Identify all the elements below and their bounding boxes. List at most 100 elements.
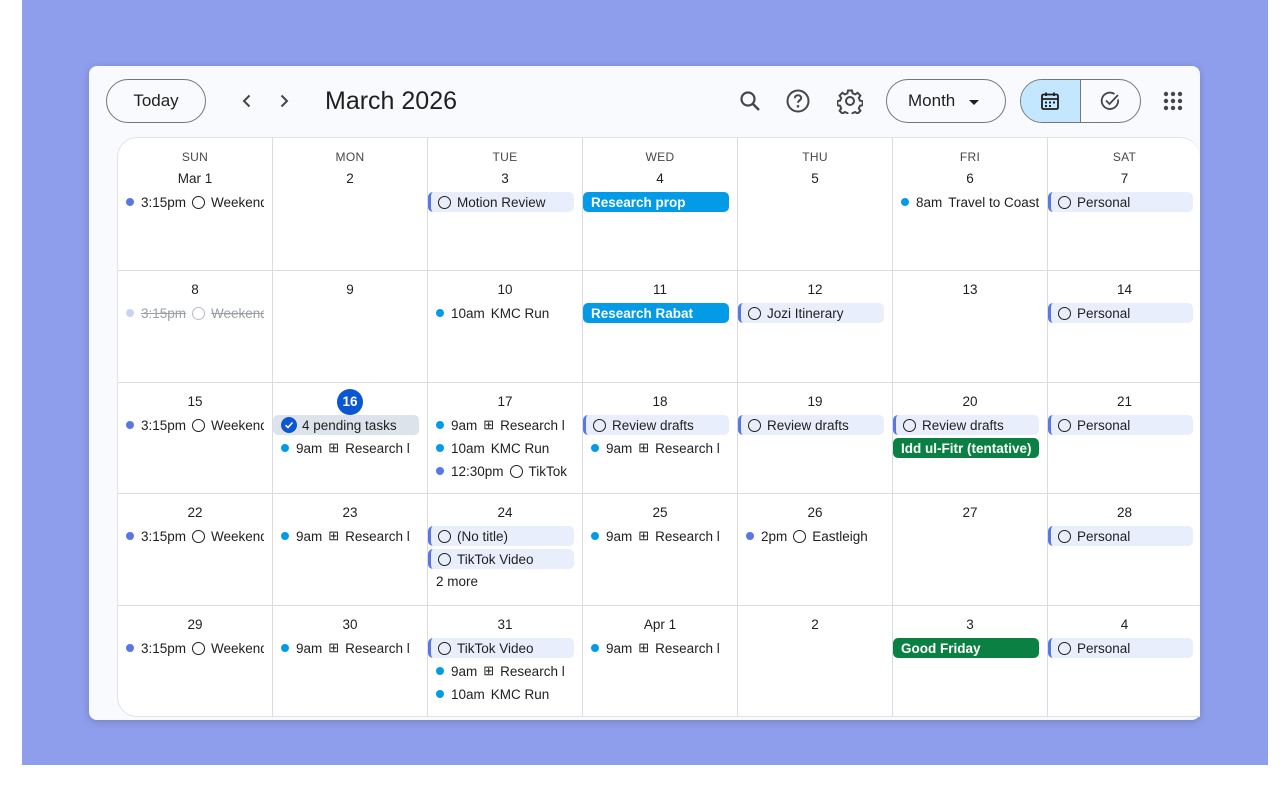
timed-event[interactable]: 9am ⊞ Research l [428, 661, 574, 681]
day-cell[interactable]: 2 [738, 606, 893, 716]
day-cell[interactable]: SUN Mar 1 3:15pm Weekend [118, 138, 273, 271]
timed-event[interactable]: 2pm Eastleigh [738, 526, 884, 546]
settings-button[interactable] [832, 83, 868, 119]
all-day-event[interactable]: Research Rabat [583, 303, 729, 323]
day-number[interactable]: 8 [118, 277, 272, 299]
tasks-view-toggle[interactable] [1081, 80, 1141, 122]
day-cell[interactable]: 9 [273, 271, 428, 383]
day-number[interactable]: 27 [893, 500, 1047, 522]
task-chip[interactable]: Personal [1048, 303, 1193, 323]
task-chip[interactable]: (No title) [428, 526, 574, 546]
day-cell[interactable]: 21 Personal [1048, 383, 1200, 494]
day-cell[interactable]: 8 3:15pm Weekend [118, 271, 273, 383]
timed-event[interactable]: 9am ⊞ Research l [273, 438, 419, 458]
day-number[interactable]: 23 [273, 500, 427, 522]
day-cell[interactable]: 4 Personal [1048, 606, 1200, 716]
day-cell[interactable]: 20 Review drafts Idd ul-Fitr (tentative) [893, 383, 1048, 494]
day-number[interactable]: 15 [118, 389, 272, 411]
calendar-view-toggle[interactable] [1021, 80, 1081, 122]
day-number[interactable]: 11 [583, 277, 737, 299]
task-chip[interactable]: Jozi Itinerary [738, 303, 884, 323]
task-chip[interactable]: TikTok Video [428, 549, 574, 569]
pending-tasks-chip[interactable]: 4 pending tasks [273, 415, 419, 435]
timed-event[interactable]: 9am ⊞ Research l [583, 438, 729, 458]
day-cell[interactable]: 23 9am ⊞ Research l [273, 494, 428, 606]
day-cell[interactable]: 14 Personal [1048, 271, 1200, 383]
day-number[interactable]: 7 [1048, 166, 1200, 188]
day-cell[interactable]: 25 9am ⊞ Research l [583, 494, 738, 606]
day-cell[interactable]: SAT 7 Personal [1048, 138, 1200, 271]
day-number[interactable]: 14 [1048, 277, 1200, 299]
completed-event[interactable]: 3:15pm Weekend [118, 303, 264, 323]
day-cell[interactable]: 24 (No title) TikTok Video 2 more [428, 494, 583, 606]
day-cell[interactable]: 18 Review drafts 9am ⊞ Research l [583, 383, 738, 494]
task-chip[interactable]: Review drafts [583, 415, 729, 435]
day-cell[interactable]: 26 2pm Eastleigh [738, 494, 893, 606]
timed-event[interactable]: 12:30pm TikTok [428, 461, 574, 481]
day-number[interactable]: 2 [738, 612, 892, 634]
day-number[interactable]: 25 [583, 500, 737, 522]
day-cell[interactable]: 30 9am ⊞ Research l [273, 606, 428, 716]
day-number[interactable]: 26 [738, 500, 892, 522]
all-day-event[interactable]: Good Friday [893, 638, 1039, 658]
day-number[interactable]: 20 [893, 389, 1047, 411]
day-cell[interactable]: 13 [893, 271, 1048, 383]
day-cell[interactable]: 11 Research Rabat [583, 271, 738, 383]
day-number[interactable]: 17 [428, 389, 582, 411]
day-cell[interactable]: 27 [893, 494, 1048, 606]
day-number[interactable]: 4 [1048, 612, 1200, 634]
task-chip[interactable]: Review drafts [893, 415, 1039, 435]
day-cell[interactable]: 10 10am KMC Run [428, 271, 583, 383]
day-number[interactable]: Apr 1 [583, 612, 737, 634]
day-number[interactable]: 2 [273, 166, 427, 188]
all-day-event[interactable]: Research prop [583, 192, 729, 212]
day-cell[interactable]: 31 TikTok Video 9am ⊞ Research l 10am KMC Run [428, 606, 583, 716]
day-number[interactable]: 13 [893, 277, 1047, 299]
day-number[interactable]: 5 [738, 166, 892, 188]
task-chip[interactable]: Personal [1048, 192, 1193, 212]
apps-button[interactable] [1155, 83, 1191, 119]
timed-event[interactable]: 3:15pm Weekend [118, 192, 264, 212]
day-number[interactable]: Mar 1 [118, 166, 272, 188]
day-number[interactable]: 18 [583, 389, 737, 411]
day-number[interactable]: 30 [273, 612, 427, 634]
day-number[interactable]: 29 [118, 612, 272, 634]
timed-event[interactable]: 9am ⊞ Research l [583, 638, 729, 658]
timed-event[interactable]: 3:15pm Weekend [118, 415, 264, 435]
day-number[interactable]: 10 [428, 277, 582, 299]
day-number[interactable]: 6 [893, 166, 1047, 188]
day-number[interactable]: 24 [428, 500, 582, 522]
day-cell[interactable]: 29 3:15pm Weekend [118, 606, 273, 716]
timed-event[interactable]: 8am Travel to Coast [893, 192, 1039, 212]
day-number[interactable]: 28 [1048, 500, 1200, 522]
more-events-link[interactable]: 2 more [428, 572, 582, 592]
search-button[interactable] [732, 83, 768, 119]
task-chip[interactable]: TikTok Video [428, 638, 574, 658]
day-cell[interactable]: WED 4 Research prop [583, 138, 738, 271]
day-cell[interactable]: 28 Personal [1048, 494, 1200, 606]
timed-event[interactable]: 3:15pm Weekend [118, 526, 264, 546]
day-number[interactable]: 31 [428, 612, 582, 634]
previous-month-button[interactable] [232, 86, 262, 116]
timed-event[interactable]: 10am KMC Run [428, 438, 574, 458]
timed-event[interactable]: 10am KMC Run [428, 303, 574, 323]
day-cell[interactable]: MON 2 [273, 138, 428, 271]
today-day-number[interactable]: 16 [273, 389, 427, 415]
timed-event[interactable]: 9am ⊞ Research l [428, 415, 574, 435]
day-cell[interactable]: THU 5 [738, 138, 893, 271]
day-number[interactable]: 3 [893, 612, 1047, 634]
timed-event[interactable]: 3:15pm Weekend [118, 638, 264, 658]
view-select[interactable]: Month [886, 79, 1006, 123]
task-chip[interactable]: Personal [1048, 526, 1193, 546]
day-cell[interactable]: TUE 3 Motion Review [428, 138, 583, 271]
day-cell[interactable]: 12 Jozi Itinerary [738, 271, 893, 383]
day-cell[interactable]: 3 Good Friday [893, 606, 1048, 716]
day-cell[interactable]: 16 4 pending tasks 9am ⊞ Research l [273, 383, 428, 494]
day-cell[interactable]: 19 Review drafts [738, 383, 893, 494]
day-cell[interactable]: 17 9am ⊞ Research l 10am KMC Run 12:30pm TikTok [428, 383, 583, 494]
today-button[interactable]: Today [106, 79, 206, 123]
day-cell[interactable]: 22 3:15pm Weekend [118, 494, 273, 606]
day-number[interactable]: 21 [1048, 389, 1200, 411]
day-number[interactable]: 4 [583, 166, 737, 188]
day-cell[interactable]: FRI 6 8am Travel to Coast [893, 138, 1048, 271]
